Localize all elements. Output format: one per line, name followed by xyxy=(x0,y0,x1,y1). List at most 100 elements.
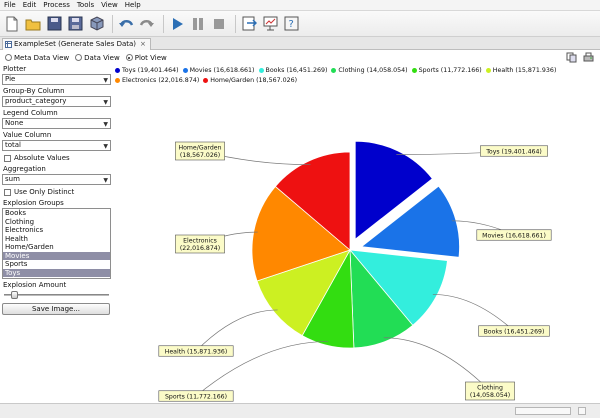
slice-label: Clothing(14,058.054) xyxy=(465,381,515,401)
legend-item: Sports (11,772.166) xyxy=(411,67,482,74)
legend-item: Toys (19,401.464) xyxy=(115,67,179,74)
list-item[interactable]: Health xyxy=(3,235,110,244)
meta-data-view-radio[interactable]: Meta Data View xyxy=(5,54,69,62)
menu-tools[interactable]: Tools xyxy=(77,1,94,9)
svg-text:Electronics: Electronics xyxy=(183,238,217,245)
svg-text:(14,058.054): (14,058.054) xyxy=(470,392,510,399)
plot-area: Toys (19,401.464) Movies (16,618.661) Bo… xyxy=(114,65,600,403)
slice-label: Books (16,451.269) xyxy=(478,325,550,337)
value-column-select[interactable]: total ▼ xyxy=(2,140,111,151)
legend-item: Movies (16,618.661) xyxy=(182,67,255,74)
chevron-down-icon: ▼ xyxy=(103,177,108,184)
menu-process[interactable]: Process xyxy=(43,1,70,9)
explosion-amount-slider[interactable] xyxy=(2,290,111,300)
svg-text:Books (16,451.269): Books (16,451.269) xyxy=(484,328,545,335)
legend-item: Health (15,871.936) xyxy=(485,67,557,74)
legend-column-select[interactable]: None ▼ xyxy=(2,118,111,129)
svg-text:Sports (11,772.166): Sports (11,772.166) xyxy=(165,393,227,400)
new-file-icon[interactable] xyxy=(3,15,21,33)
list-item[interactable]: Sports xyxy=(3,260,110,269)
save-icon[interactable] xyxy=(45,15,63,33)
plot-view-label: Plot View xyxy=(134,53,167,62)
absolute-values-label: Absolute Values xyxy=(14,154,70,162)
data-view-radio[interactable]: Data View xyxy=(75,54,120,62)
legend-label: Movies (16,618.661) xyxy=(189,67,255,74)
legend-label: Electronics (22,016.874) xyxy=(122,77,200,84)
help-icon[interactable]: ? xyxy=(282,15,300,33)
chevron-down-icon: ▼ xyxy=(103,143,108,150)
slider-handle[interactable] xyxy=(11,291,18,299)
legend-label: Home/Garden (18,567.026) xyxy=(210,77,298,84)
cube-icon[interactable] xyxy=(87,15,105,33)
legend-item: Home/Garden (18,567.026) xyxy=(203,77,297,84)
list-item[interactable]: Home/Garden xyxy=(3,243,110,252)
aggregation-label: Aggregation xyxy=(3,165,46,173)
svg-text:Health (15,871.936): Health (15,871.936) xyxy=(165,348,228,355)
menu-help[interactable]: Help xyxy=(125,1,141,9)
list-item[interactable]: Movies xyxy=(3,251,110,260)
svg-text:Toys (19,401.464): Toys (19,401.464) xyxy=(485,148,542,155)
stop-icon[interactable] xyxy=(210,15,228,33)
legend-column-value: None xyxy=(5,119,24,127)
undo-icon[interactable] xyxy=(117,15,135,33)
tab-close-icon[interactable]: × xyxy=(140,39,146,50)
legend-item: Electronics (22,016.874) xyxy=(115,77,199,84)
pie-chart: Toys (19,401.464) Movies (16,618.661) Book… xyxy=(158,140,552,402)
tab-title: ExampleSet (Generate Sales Data) xyxy=(14,40,137,48)
presentation-icon[interactable] xyxy=(261,15,279,33)
chevron-down-icon: ▼ xyxy=(103,77,108,84)
legend-item: Clothing (14,058.054) xyxy=(331,67,408,74)
tab-example-set[interactable]: ExampleSet (Generate Sales Data) × xyxy=(2,38,151,50)
redo-icon[interactable] xyxy=(138,15,156,33)
tab-strip: ExampleSet (Generate Sales Data) × xyxy=(0,37,600,50)
legend-label: Health (15,871.936) xyxy=(492,67,557,74)
print-icon[interactable] xyxy=(583,52,594,63)
explosion-amount-label: Explosion Amount xyxy=(3,281,67,289)
svg-text:?: ? xyxy=(288,19,293,30)
chevron-down-icon: ▼ xyxy=(103,121,108,128)
slice-label: Movies (16,618.661) xyxy=(476,229,552,241)
use-only-distinct-checkbox[interactable]: Use Only Distinct xyxy=(4,187,112,197)
save-as-icon[interactable] xyxy=(66,15,84,33)
legend-label: Sports (11,772.166) xyxy=(418,67,482,74)
copy-icon[interactable] xyxy=(566,52,577,63)
menu-edit[interactable]: Edit xyxy=(23,1,37,9)
pause-icon[interactable] xyxy=(189,15,207,33)
slice-label: Home/Garden(18,567.026) xyxy=(175,141,225,161)
legend-column-label: Legend Column xyxy=(3,109,58,117)
open-folder-icon[interactable] xyxy=(24,15,42,33)
svg-text:Home/Garden: Home/Garden xyxy=(178,145,221,152)
list-item[interactable]: Clothing xyxy=(3,218,110,227)
explosion-groups-list[interactable]: Books Clothing Electronics Health Home/G… xyxy=(2,208,111,279)
export-icon[interactable] xyxy=(240,15,258,33)
svg-text:(22,016.874): (22,016.874) xyxy=(180,245,220,252)
legend-label: Clothing (14,058.054) xyxy=(338,67,408,74)
svg-text:(18,567.026): (18,567.026) xyxy=(180,152,220,159)
slice-label: Electronics(22,016.874) xyxy=(175,234,225,254)
plot-view-radio[interactable]: Plot View xyxy=(125,53,167,62)
legend-row-1: Toys (19,401.464) Movies (16,618.661) Bo… xyxy=(115,67,560,74)
resize-grip xyxy=(578,407,586,415)
svg-text:Movies (16,618.661): Movies (16,618.661) xyxy=(482,232,546,239)
slice-label: Toys (19,401.464) xyxy=(480,145,548,157)
main-toolbar: ? xyxy=(0,11,600,37)
play-icon[interactable] xyxy=(168,15,186,33)
leader-line xyxy=(195,309,278,352)
save-image-button[interactable]: Save Image... xyxy=(2,303,110,315)
menu-view[interactable]: View xyxy=(101,1,118,9)
plotter-value: Pie xyxy=(5,75,16,83)
value-column-value: total xyxy=(5,141,22,149)
list-item[interactable]: Toys xyxy=(3,268,110,277)
plotter-select[interactable]: Pie ▼ xyxy=(2,74,111,85)
menu-file[interactable]: File xyxy=(4,1,16,9)
list-item[interactable]: Electronics xyxy=(3,226,110,235)
list-item[interactable]: Books xyxy=(3,209,110,218)
aggregation-select[interactable]: sum ▼ xyxy=(2,174,111,185)
group-by-select[interactable]: product_category ▼ xyxy=(2,96,111,107)
group-by-value: product_category xyxy=(5,97,67,105)
absolute-values-checkbox[interactable]: Absolute Values xyxy=(4,153,112,163)
explosion-groups-label: Explosion Groups xyxy=(3,199,64,207)
meta-data-view-label: Meta Data View xyxy=(14,53,70,62)
data-view-label: Data View xyxy=(84,53,120,62)
slice-label: Sports (11,772.166) xyxy=(158,390,234,402)
